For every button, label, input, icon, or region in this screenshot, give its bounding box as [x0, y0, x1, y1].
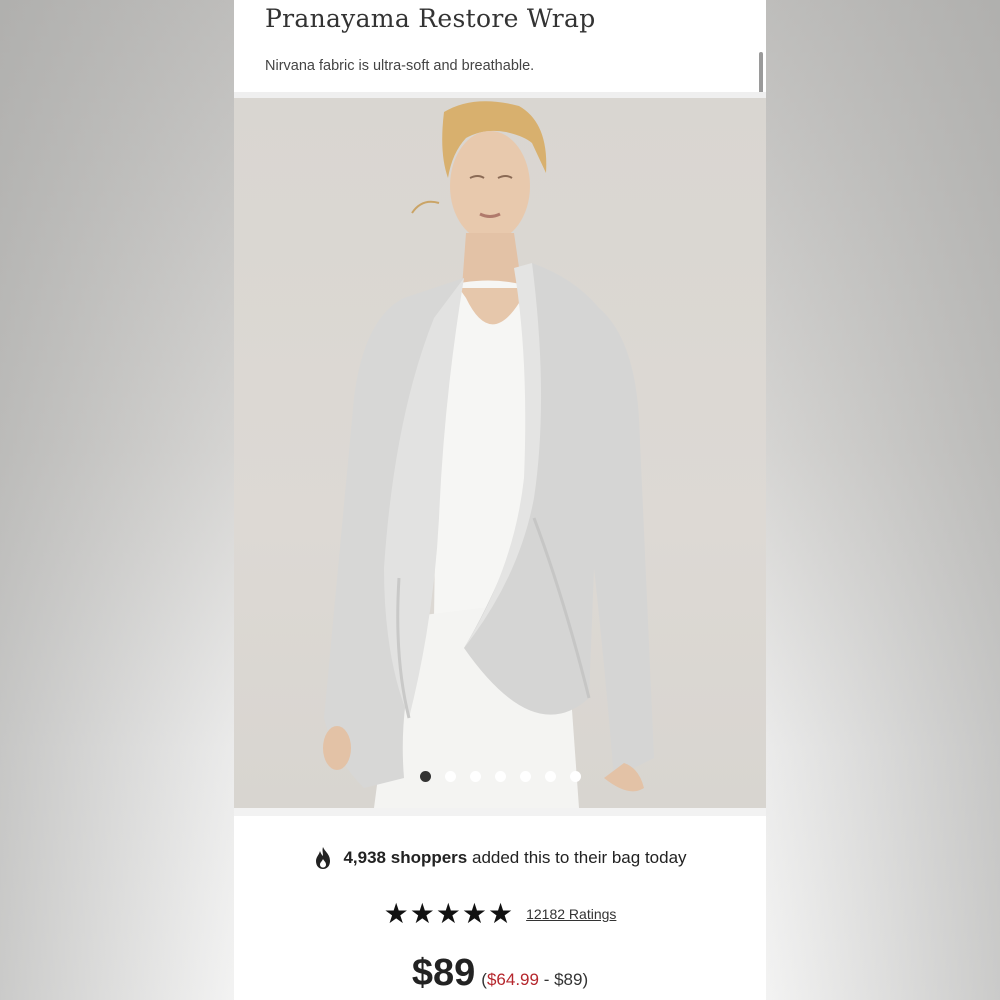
carousel-dot[interactable] — [544, 771, 556, 782]
price-range-end: - $89) — [538, 970, 589, 989]
product-header: Pranayama Restore Wrap Nirvana fabric is… — [234, 0, 766, 92]
rating-row: ★★★★★ 12182 Ratings — [234, 900, 766, 928]
carousel-dot[interactable] — [444, 771, 456, 782]
flame-icon — [316, 847, 331, 869]
shopper-text: added this to their bag today — [471, 848, 687, 867]
carousel-dot[interactable] — [519, 771, 531, 782]
carousel-dot[interactable] — [419, 771, 431, 782]
product-image[interactable] — [234, 98, 766, 808]
social-proof: 4,938 shoppers added this to their bag t… — [234, 846, 766, 870]
carousel-dot[interactable] — [569, 771, 581, 782]
divider — [234, 808, 766, 816]
ratings-link[interactable]: 12182 Ratings — [526, 906, 616, 922]
star-rating[interactable]: ★★★★★ — [384, 900, 515, 928]
background-right — [766, 0, 1000, 1000]
model-illustration — [323, 101, 654, 808]
carousel-dot[interactable] — [494, 771, 506, 782]
product-subtitle: Nirvana fabric is ultra-soft and breatha… — [265, 58, 535, 74]
background-left — [0, 0, 234, 1000]
carousel-dot[interactable] — [469, 771, 481, 782]
price-range: ($64.99 - $89) — [481, 970, 588, 990]
price-row: $89 ($64.99 - $89) — [234, 952, 766, 995]
shopper-count: 4,938 shoppers — [343, 848, 468, 867]
product-page: Pranayama Restore Wrap Nirvana fabric is… — [234, 0, 766, 1000]
price: $89 — [411, 952, 476, 994]
sale-price: $64.99 — [486, 970, 539, 989]
carousel-dots — [234, 771, 766, 783]
product-title: Pranayama Restore Wrap — [265, 4, 596, 33]
